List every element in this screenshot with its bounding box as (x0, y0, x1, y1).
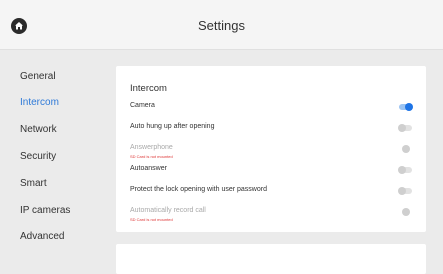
auto-hangup-toggle[interactable] (398, 123, 412, 132)
camera-setting-row: Camera (130, 102, 413, 116)
card-title: Intercom (130, 83, 167, 94)
setting-label: Protect the lock opening with user passw… (130, 186, 267, 193)
camera-toggle[interactable] (399, 102, 413, 111)
auto-record-setting-row: Automatically record call SD Card is not… (130, 207, 412, 222)
intercom-settings-card: Intercom Camera Auto hung up after openi… (116, 66, 426, 232)
toggle-knob (398, 186, 406, 195)
next-settings-card (116, 244, 426, 274)
auto-record-toggle[interactable] (399, 207, 412, 216)
answerphone-setting-row: Answerphone SD Card is not mounted (130, 144, 412, 159)
sidebar-item-advanced[interactable]: Advanced (20, 231, 64, 242)
toggle-knob (402, 207, 410, 216)
toggle-knob (405, 102, 413, 111)
autoanswer-toggle[interactable] (398, 165, 412, 174)
protect-lock-toggle[interactable] (398, 186, 412, 195)
auto-hangup-setting-row: Auto hung up after opening (130, 123, 412, 137)
sd-card-warning: SD Card is not mounted (130, 217, 173, 222)
setting-label: Auto hung up after opening (130, 123, 215, 130)
setting-label: Automatically record call (130, 207, 206, 214)
sidebar-item-general[interactable]: General (20, 71, 56, 82)
setting-label: Answerphone (130, 144, 173, 151)
toggle-knob (398, 123, 406, 132)
setting-label: Autoanswer (130, 165, 167, 172)
toggle-knob (402, 144, 410, 153)
top-bar: Settings (0, 0, 443, 50)
autoanswer-setting-row: Autoanswer (130, 165, 412, 179)
page-title: Settings (198, 18, 245, 33)
protect-lock-setting-row: Protect the lock opening with user passw… (130, 186, 412, 200)
sidebar-item-network[interactable]: Network (20, 124, 57, 135)
sidebar-item-security[interactable]: Security (20, 151, 56, 162)
sidebar-item-intercom[interactable]: Intercom (20, 97, 59, 108)
answerphone-toggle[interactable] (399, 144, 412, 153)
sd-card-warning: SD Card is not mounted (130, 154, 173, 159)
toggle-knob (398, 165, 406, 174)
setting-label: Camera (130, 102, 155, 109)
sidebar-item-smart[interactable]: Smart (20, 178, 47, 189)
sidebar-item-ip-cameras[interactable]: IP cameras (20, 205, 70, 216)
